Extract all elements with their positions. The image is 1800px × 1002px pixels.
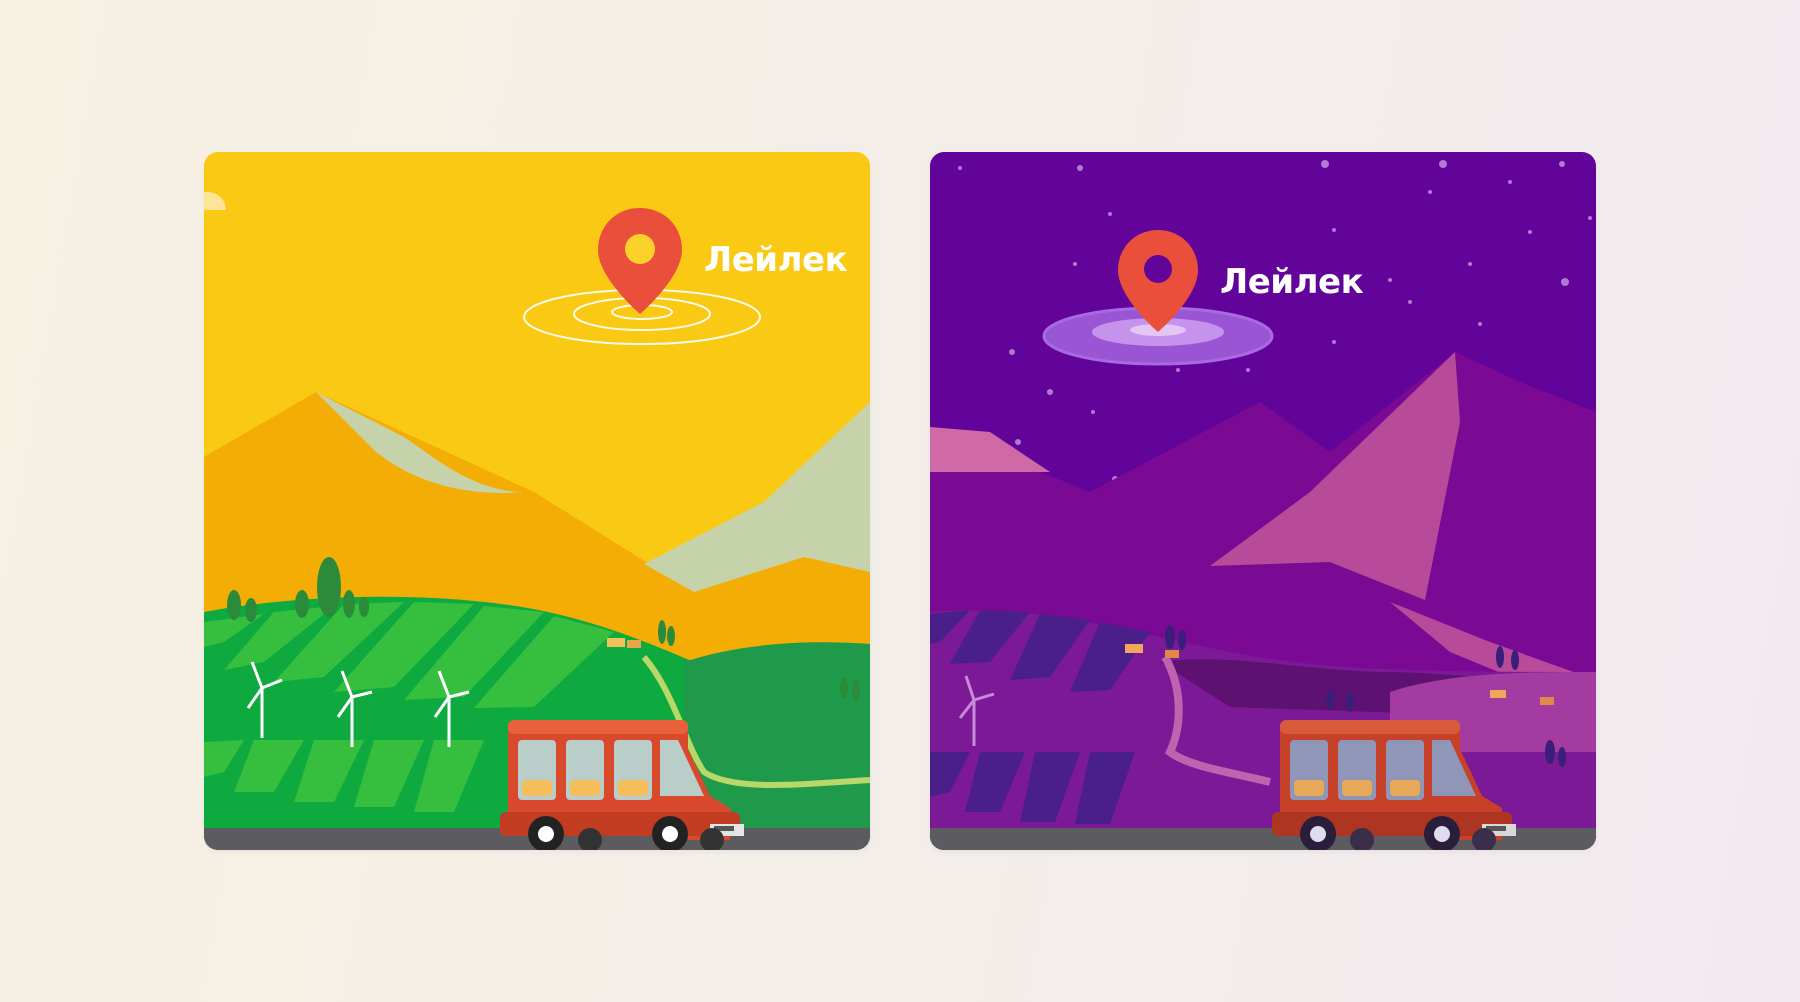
brand-label: Лейлек (704, 240, 848, 280)
day-illustration-card: Лейлек (204, 152, 870, 850)
night-landscape-illustration (930, 152, 1596, 850)
night-illustration-card: Лейлек (930, 152, 1596, 850)
brand-label: Лейлек (1220, 262, 1364, 302)
